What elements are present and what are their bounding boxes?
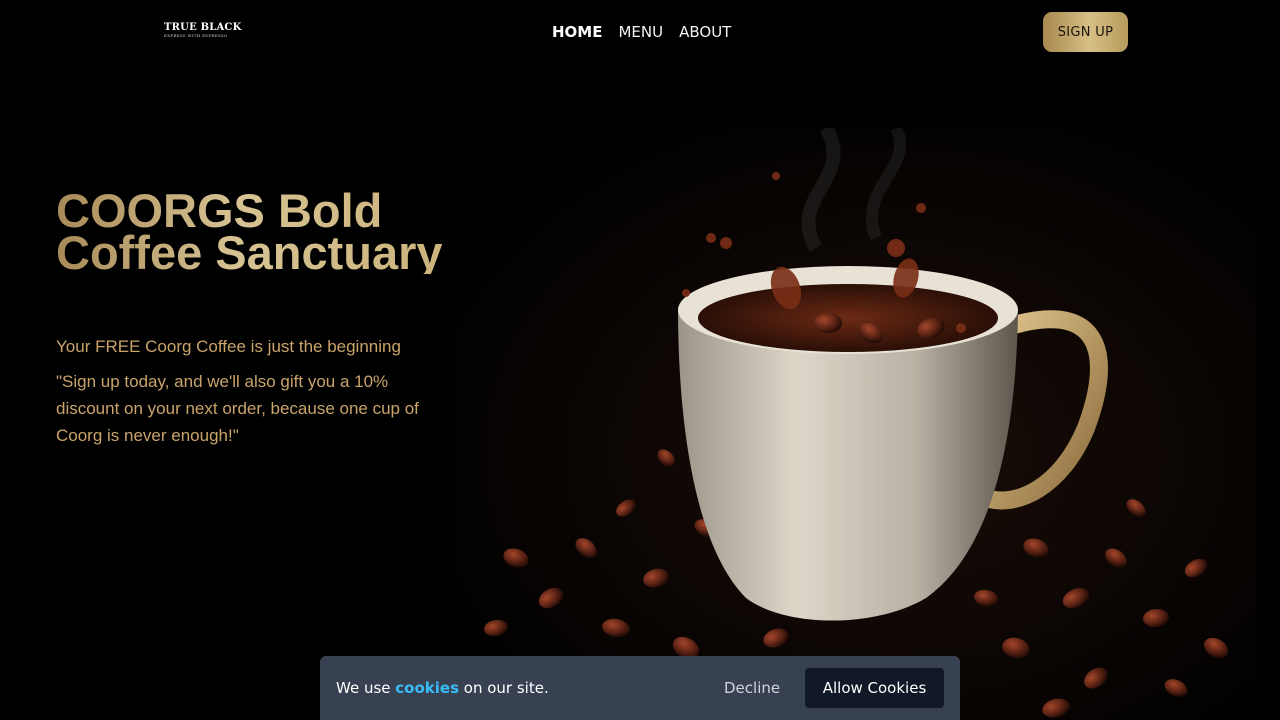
hero-quote: "Sign up today, and we'll also gift you … <box>56 372 419 445</box>
nav-item-about[interactable]: ABOUT <box>679 22 731 42</box>
brand-tagline: EXPRESS WITH ESPRESSO <box>164 33 228 38</box>
coffee-cup-image <box>456 128 1256 720</box>
allow-cookies-button[interactable]: Allow Cookies <box>805 668 944 708</box>
cookie-banner: We use cookies on our site. Decline Allo… <box>320 656 960 720</box>
cookie-message: We use cookies on our site. <box>336 679 549 697</box>
brand-name: TRUE BLACK <box>164 22 242 33</box>
brand-logo[interactable]: TRUE BLACK EXPRESS WITH ESPRESSO <box>164 22 244 42</box>
cookie-text-before: We use <box>336 679 391 697</box>
hero-title: COORGS Bold Coffee Sanctuary <box>56 187 456 276</box>
cookies-policy-link[interactable]: cookies <box>395 679 459 697</box>
nav-item-home[interactable]: HOME <box>552 22 602 42</box>
sign-up-button[interactable]: SIGN UP <box>1043 12 1128 52</box>
hero-subtitle: Your FREE Coorg Coffee is just the begin… <box>56 337 401 356</box>
decline-cookies-button[interactable]: Decline <box>712 668 792 708</box>
main-nav: HOME MENU ABOUT <box>552 22 731 42</box>
cookie-text-after: on our site. <box>463 679 549 697</box>
nav-item-menu[interactable]: MENU <box>618 22 663 42</box>
